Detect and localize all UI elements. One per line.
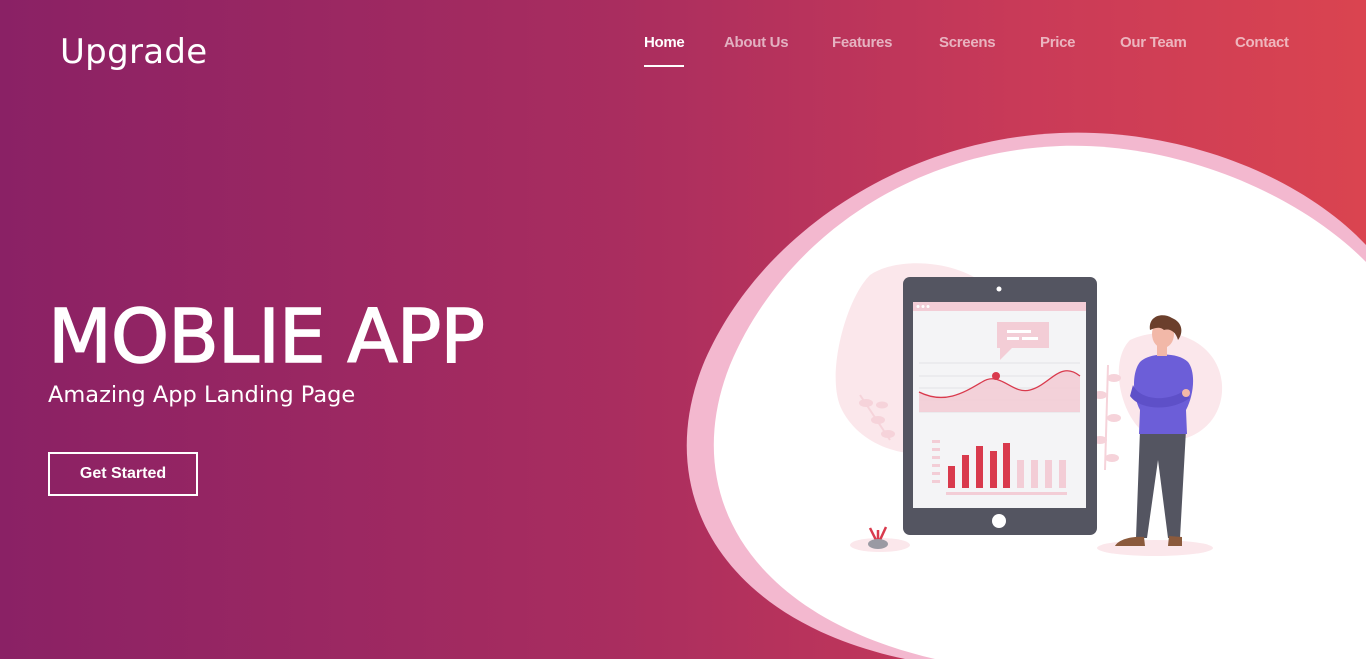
tablet-illustration [903,277,1097,535]
hero-illustration [686,132,1366,659]
